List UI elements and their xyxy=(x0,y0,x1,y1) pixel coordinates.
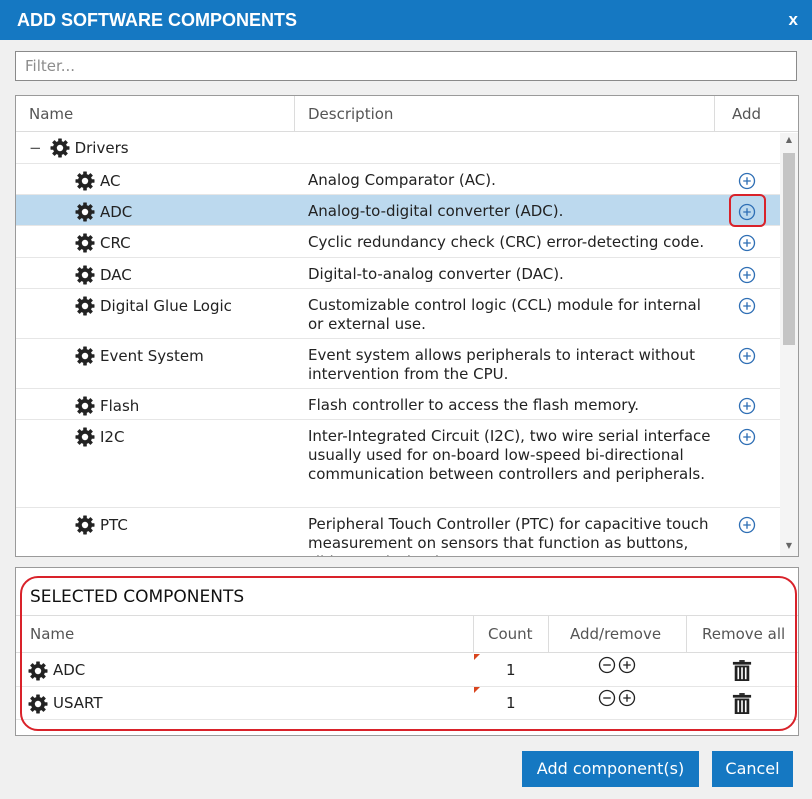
dialog-title-bar: ADD SOFTWARE COMPONENTS x xyxy=(0,0,812,40)
column-header-add[interactable]: Add xyxy=(732,96,761,132)
selected-name-label: ADC xyxy=(53,661,86,679)
add-plus-icon[interactable] xyxy=(735,425,759,449)
add-plus-icon[interactable] xyxy=(735,231,759,255)
selected-header-remove-all: Remove all xyxy=(702,625,786,643)
selected-header-add-remove: Add/remove xyxy=(570,625,662,643)
component-name: AC xyxy=(75,171,120,191)
add-plus-icon[interactable] xyxy=(735,294,759,318)
gear-icon xyxy=(75,202,95,222)
gear-icon xyxy=(75,265,95,285)
component-description: Inter-Integrated Circuit (I2C), two wire… xyxy=(308,427,711,483)
component-row-crc[interactable]: CRC Cyclic redundancy check (CRC) error-d… xyxy=(16,226,780,258)
add-plus-icon[interactable] xyxy=(735,513,759,537)
component-name-label: DAC xyxy=(100,266,132,284)
filter-input[interactable] xyxy=(15,51,797,81)
add-plus-icon[interactable] xyxy=(617,687,637,720)
component-description: Analog Comparator (AC). xyxy=(308,171,496,189)
components-table: Name Description Add − Drivers AC Analog … xyxy=(15,95,799,557)
remove-minus-icon[interactable] xyxy=(597,654,617,687)
component-name-label: Flash xyxy=(100,397,140,415)
component-description: Peripheral Touch Controller (PTC) for ca… xyxy=(308,515,709,556)
component-name-label: ADC xyxy=(100,203,133,221)
component-row-ptc[interactable]: PTC Peripheral Touch Controller (PTC) for… xyxy=(16,508,780,556)
collapse-toggle[interactable]: − xyxy=(29,139,42,157)
component-description: Flash controller to access the flash mem… xyxy=(308,396,639,414)
gear-icon xyxy=(50,138,70,158)
column-header-name[interactable]: Name xyxy=(29,96,73,132)
add-plus-icon[interactable] xyxy=(735,169,759,193)
component-description: Digital-to-analog converter (DAC). xyxy=(308,265,564,283)
component-name: Digital Glue Logic xyxy=(75,296,232,316)
gear-icon xyxy=(75,346,95,366)
gear-icon xyxy=(75,515,95,535)
scroll-down-icon[interactable]: ▼ xyxy=(783,541,795,550)
component-description: Cyclic redundancy check (CRC) error-dete… xyxy=(308,233,705,251)
scrollbar-thumb[interactable] xyxy=(783,153,795,345)
component-description: Analog-to-digital converter (ADC). xyxy=(308,202,564,220)
group-row-drivers[interactable]: − Drivers xyxy=(16,133,780,164)
component-name: I2C xyxy=(75,427,124,447)
component-name: CRC xyxy=(75,233,131,253)
component-name: PTC xyxy=(75,515,128,535)
selected-components-title: SELECTED COMPONENTS xyxy=(30,587,245,607)
add-plus-icon[interactable] xyxy=(735,200,759,224)
component-name-label: Digital Glue Logic xyxy=(100,297,232,315)
selected-name: USART xyxy=(28,687,103,720)
cancel-button[interactable]: Cancel xyxy=(712,751,793,787)
gear-icon xyxy=(75,233,95,253)
gear-icon xyxy=(75,171,95,191)
component-name-label: PTC xyxy=(100,516,128,534)
selected-components-panel: SELECTED COMPONENTS Name Count Add/remov… xyxy=(15,567,799,736)
component-description: Customizable control logic (CCL) module … xyxy=(308,296,701,333)
component-row-ac[interactable]: AC Analog Comparator (AC). xyxy=(16,164,780,195)
component-name: ADC xyxy=(75,202,132,222)
remove-minus-icon[interactable] xyxy=(597,687,617,720)
gear-icon xyxy=(28,661,48,680)
component-row-event-system[interactable]: Event System Event system allows peripher… xyxy=(16,339,780,389)
selected-header-count: Count xyxy=(488,625,533,643)
component-name-label: I2C xyxy=(100,428,125,446)
dialog-title: ADD SOFTWARE COMPONENTS xyxy=(17,10,298,30)
selected-count[interactable]: 1 xyxy=(506,687,516,720)
selected-table-header: Name Count Add/remove Remove all xyxy=(16,615,798,653)
component-name-label: AC xyxy=(100,172,121,190)
component-name-label: CRC xyxy=(100,234,131,252)
component-row-dac[interactable]: DAC Digital-to-analog converter (DAC). xyxy=(16,258,780,289)
close-icon[interactable]: x xyxy=(789,0,798,40)
trash-icon[interactable] xyxy=(732,654,752,687)
selected-name: ADC xyxy=(28,654,85,687)
component-name-label: Event System xyxy=(100,347,204,365)
selected-name-label: USART xyxy=(53,694,103,712)
edit-marker xyxy=(474,654,480,660)
edit-marker xyxy=(474,687,480,693)
component-name: DAC xyxy=(75,265,132,285)
selected-header-name: Name xyxy=(30,625,75,643)
column-header-description[interactable]: Description xyxy=(308,96,393,132)
add-plus-icon[interactable] xyxy=(735,394,759,418)
gear-icon xyxy=(75,296,95,316)
selected-count[interactable]: 1 xyxy=(506,654,516,687)
selected-row-usart: USART 1 xyxy=(16,687,798,720)
add-plus-icon[interactable] xyxy=(735,263,759,287)
add-components-button[interactable]: Add component(s) xyxy=(522,751,699,787)
component-row-digital-glue-logic[interactable]: Digital Glue Logic Customizable control l… xyxy=(16,289,780,339)
component-name: Event System xyxy=(75,346,204,366)
add-plus-icon[interactable] xyxy=(735,344,759,368)
component-row-i2c[interactable]: I2C Inter-Integrated Circuit (I2C), two w… xyxy=(16,420,780,508)
scroll-up-icon[interactable]: ▲ xyxy=(783,135,795,144)
components-scrollbar[interactable]: ▲ ▼ xyxy=(780,133,798,556)
component-row-adc[interactable]: ADC Analog-to-digital converter (ADC). xyxy=(16,195,780,226)
add-plus-icon[interactable] xyxy=(617,654,637,687)
gear-icon xyxy=(28,694,48,713)
gear-icon xyxy=(75,427,95,447)
selected-row-adc: ADC 1 xyxy=(16,654,798,687)
components-table-header: Name Description Add xyxy=(16,96,798,132)
component-name: Flash xyxy=(75,396,139,416)
gear-icon xyxy=(75,396,95,416)
group-label: Drivers xyxy=(74,139,129,157)
component-row-flash[interactable]: Flash Flash controller to access the flas… xyxy=(16,389,780,420)
component-description: Event system allows peripherals to inter… xyxy=(308,346,695,383)
trash-icon[interactable] xyxy=(732,687,752,720)
